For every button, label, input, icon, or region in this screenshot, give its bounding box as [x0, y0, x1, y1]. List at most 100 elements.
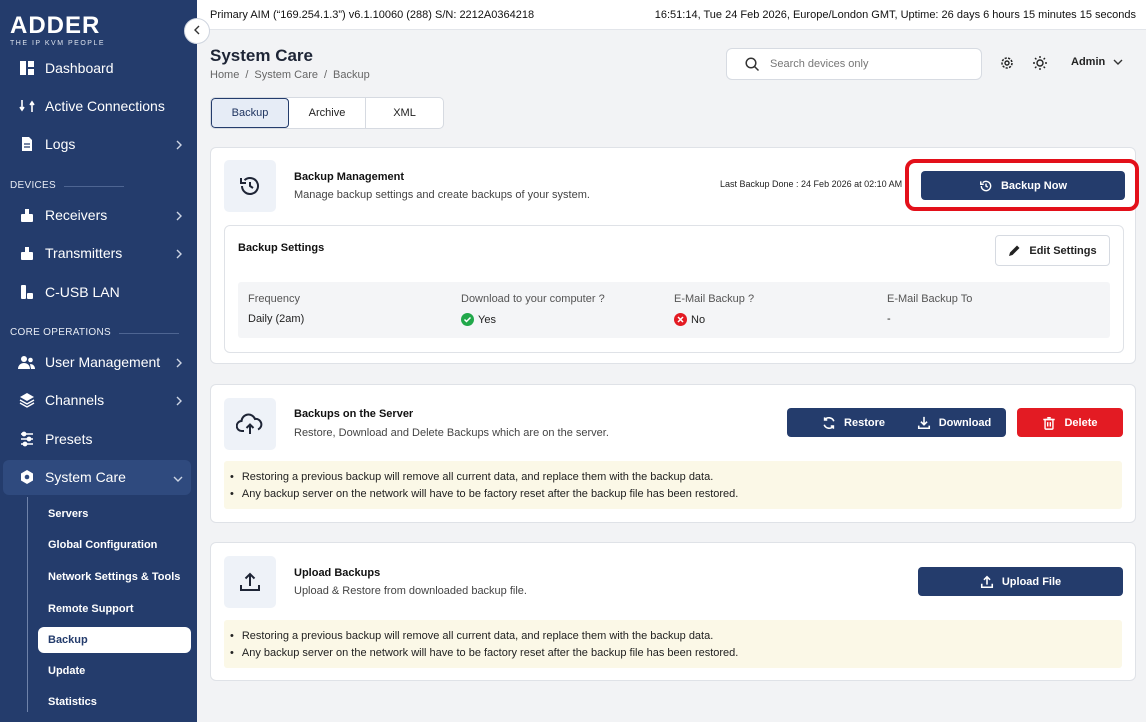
server-backups-card: Backups on the Server Restore, Download … — [210, 384, 1136, 523]
sidebar-item-label: Transmitters — [45, 245, 123, 261]
chevron-right-icon — [175, 393, 183, 409]
sidebar-item-system-care[interactable]: System Care — [0, 459, 197, 495]
tab-archive[interactable]: Archive — [289, 98, 366, 128]
notice-item: Restoring a previous backup will remove … — [230, 468, 1122, 485]
tab-backup[interactable]: Backup — [211, 98, 289, 128]
breadcrumb-separator: / — [245, 69, 249, 81]
sidebar-subitem-network-settings[interactable]: Network Settings & Tools — [38, 564, 191, 590]
setting-label: E-Mail Backup To — [887, 293, 973, 305]
system-info: Primary AIM (“169.254.1.3”) v6.1.10060 (… — [210, 8, 535, 21]
chevron-right-icon — [175, 137, 183, 153]
adder-logo[interactable]: ADDER THE IP KVM PEOPLE — [10, 12, 106, 48]
clock-uptime: 16:51:14, Tue 24 Feb 2026, Europe/London… — [654, 8, 1136, 21]
sidebar-item-label: System Care — [45, 469, 126, 485]
settings-gear-icon[interactable] — [998, 54, 1016, 72]
button-label: Edit Settings — [1029, 244, 1097, 257]
sidebar-item-presets[interactable]: Presets — [0, 421, 197, 457]
sidebar-subitem-global-configuration[interactable]: Global Configuration — [38, 532, 191, 558]
connections-icon — [18, 97, 36, 115]
sidebar-item-label: Channels — [45, 392, 105, 408]
setting-value: No — [674, 313, 705, 326]
search-icon — [745, 56, 760, 72]
sidebar-collapse-button[interactable] — [184, 18, 210, 44]
button-label: Download — [938, 416, 992, 429]
theme-sun-icon[interactable] — [1031, 54, 1049, 72]
sidebar-item-label: Dashboard — [45, 60, 114, 76]
sidebar-item-c-usb-lan[interactable]: C-USB LAN — [0, 274, 197, 310]
button-label: Delete — [1064, 416, 1098, 429]
sidebar-subitem-backup[interactable]: Backup — [38, 627, 191, 653]
notice-item: Any backup server on the network will ha… — [230, 644, 1122, 661]
button-label: Restore — [844, 416, 885, 429]
chevron-down-icon — [173, 470, 183, 486]
backup-history-icon — [224, 160, 276, 212]
edit-settings-button[interactable]: Edit Settings — [995, 235, 1110, 266]
pencil-icon — [1008, 244, 1021, 257]
sidebar-item-transmitters[interactable]: Transmitters — [0, 235, 197, 271]
upload-file-button[interactable]: Upload File — [918, 567, 1123, 596]
trash-icon — [1042, 416, 1056, 430]
sidebar-item-active-connections[interactable]: Active Connections — [0, 88, 197, 124]
breadcrumb-system-care[interactable]: System Care — [254, 69, 318, 81]
sidebar-item-receivers[interactable]: Receivers — [0, 197, 197, 233]
logo-tagline: THE IP KVM PEOPLE — [10, 40, 106, 47]
backup-settings-panel: Backup Settings Edit Settings Frequency … — [224, 225, 1124, 353]
search-input[interactable]: Search devices only — [726, 48, 982, 80]
check-circle-icon — [461, 313, 474, 326]
setting-value-text: - — [887, 313, 891, 325]
logs-icon — [18, 135, 36, 153]
sidebar-item-channels[interactable]: Channels — [0, 382, 197, 418]
setting-value: Daily (2am) — [248, 313, 304, 325]
sidebar-item-user-management[interactable]: User Management — [0, 344, 197, 380]
sidebar-item-label: Active Connections — [45, 98, 165, 114]
sidebar-item-label: Receivers — [45, 207, 108, 223]
upload-icon — [980, 575, 994, 589]
setting-label: Frequency — [248, 293, 300, 305]
sidebar-item-dashboard[interactable]: Dashboard — [0, 50, 197, 86]
card-title: Backup Management — [294, 171, 405, 183]
breadcrumb-home[interactable]: Home — [210, 69, 239, 81]
chevron-left-icon — [193, 22, 201, 40]
notice-item: Any backup server on the network will ha… — [230, 485, 1122, 502]
download-icon — [917, 416, 931, 430]
status-bar: Primary AIM (“169.254.1.3”) v6.1.10060 (… — [197, 0, 1146, 30]
setting-value-text: No — [691, 313, 706, 326]
sidebar-item-logs[interactable]: Logs — [0, 126, 197, 162]
warning-notice: Restoring a previous backup will remove … — [224, 620, 1122, 668]
setting-label: E-Mail Backup ? — [674, 293, 755, 305]
x-circle-icon — [674, 313, 687, 326]
last-backup-info: Last Backup Done : 24 Feb 2026 at 02:10 … — [720, 179, 903, 189]
chevron-right-icon — [175, 246, 183, 262]
card-title: Backups on the Server — [294, 408, 414, 420]
restore-button[interactable]: Restore — [787, 408, 920, 437]
card-title: Upload Backups — [294, 567, 381, 579]
card-description: Manage backup settings and create backup… — [294, 189, 590, 201]
users-icon — [18, 353, 36, 371]
logo-text: ADDER — [10, 12, 101, 39]
breadcrumb-backup: Backup — [333, 69, 370, 81]
delete-button[interactable]: Delete — [1017, 408, 1123, 437]
sidebar-subitem-remote-support[interactable]: Remote Support — [38, 596, 191, 622]
channels-icon — [18, 391, 36, 409]
setting-value: - — [887, 313, 891, 325]
upload-icon — [224, 556, 276, 608]
user-name: Admin — [1071, 56, 1106, 68]
submenu-guide-line — [27, 497, 28, 712]
tab-xml[interactable]: XML — [366, 98, 443, 128]
button-label: Upload File — [1001, 575, 1062, 588]
download-button[interactable]: Download — [902, 408, 1006, 437]
sidebar-subitem-update[interactable]: Update — [38, 658, 191, 684]
sidebar-subitem-statistics[interactable]: Statistics — [38, 689, 191, 715]
card-description: Upload & Restore from downloaded backup … — [294, 585, 527, 597]
transmitter-icon — [18, 244, 36, 262]
chevron-down-icon — [1113, 58, 1123, 66]
section-devices: DEVICES — [10, 180, 125, 191]
chevron-right-icon — [175, 355, 183, 371]
sidebar-subitem-servers[interactable]: Servers — [38, 501, 191, 527]
cloud-upload-icon — [224, 398, 276, 450]
page-title: System Care — [210, 46, 314, 65]
user-menu[interactable]: Admin — [1071, 56, 1123, 68]
presets-icon — [18, 430, 36, 448]
setting-value: Yes — [461, 313, 496, 326]
highlight-annotation — [905, 159, 1139, 211]
